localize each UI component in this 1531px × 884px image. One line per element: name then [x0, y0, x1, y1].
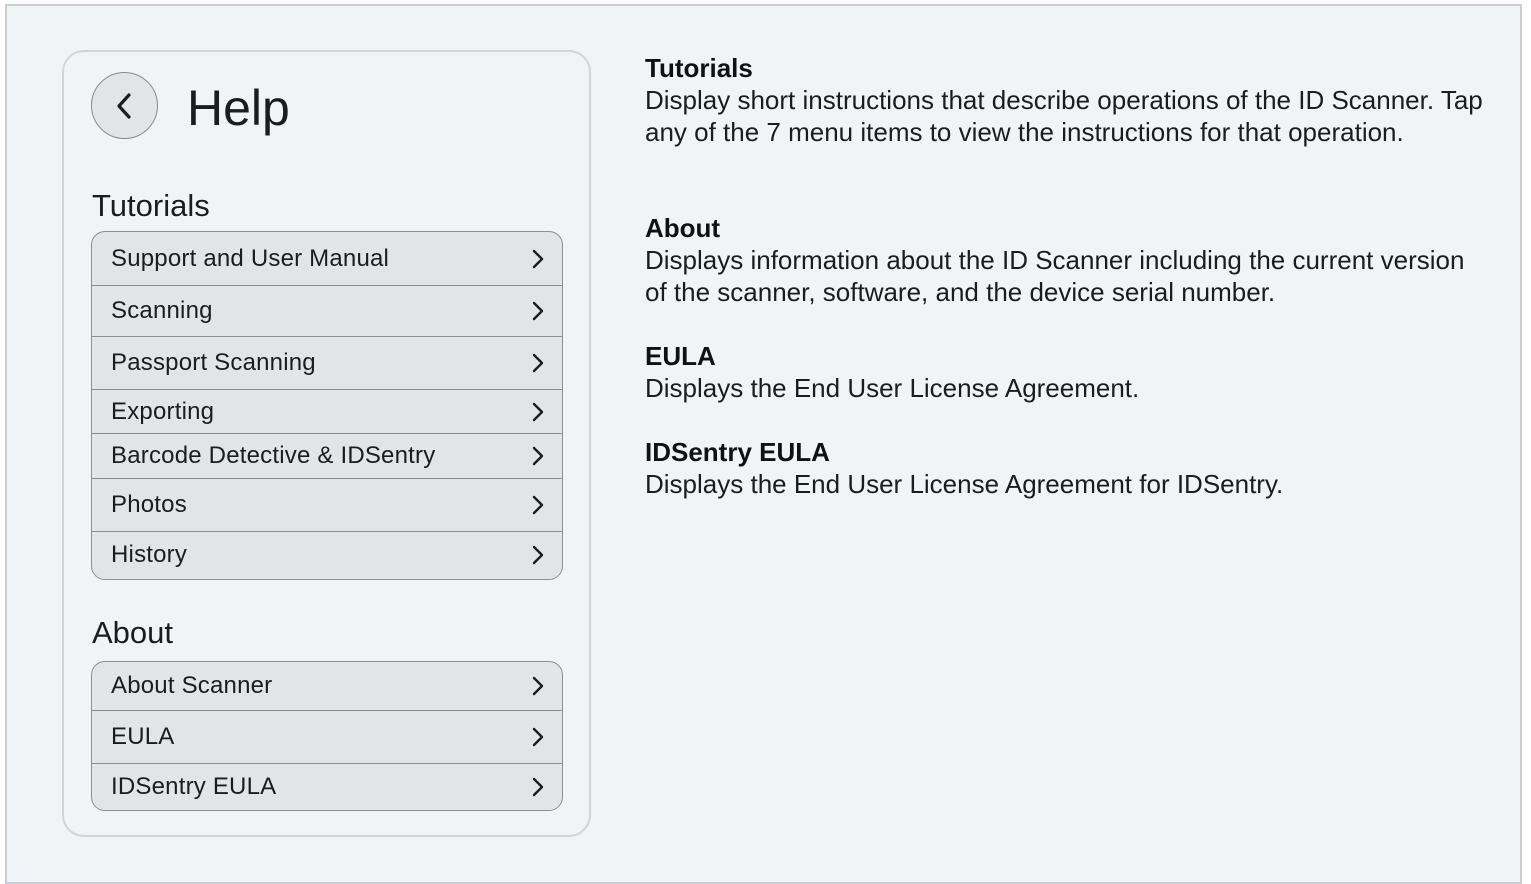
description-body: Displays the End User License Agreement … — [645, 469, 1284, 499]
description-body: Displays the End User License Agreement. — [645, 373, 1140, 403]
menu-item-about-scanner[interactable]: About Scanner — [92, 662, 562, 710]
page-title: Help — [187, 80, 290, 136]
menu-item-label: History — [111, 541, 188, 568]
description-about: About Displays information about the ID … — [645, 212, 1485, 308]
menu-item-support-and-user-manual[interactable]: Support and User Manual — [92, 232, 562, 285]
description-body: Displays information about the ID Scanne… — [645, 245, 1465, 307]
chevron-left-icon — [116, 92, 131, 119]
back-button[interactable] — [91, 72, 158, 139]
menu-item-scanning[interactable]: Scanning — [92, 285, 562, 336]
chevron-right-icon — [532, 402, 544, 421]
menu-item-passport-scanning[interactable]: Passport Scanning — [92, 336, 562, 389]
menu-item-label: Exporting — [111, 397, 215, 425]
chevron-right-icon — [532, 249, 544, 268]
menu-item-label: Barcode Detective & IDSentry — [111, 442, 436, 469]
chevron-right-icon — [532, 301, 544, 321]
tutorials-menu: Support and User Manual Scanning Passpor… — [91, 231, 563, 580]
description-tutorials: Tutorials Display short instructions tha… — [645, 52, 1485, 148]
menu-item-history[interactable]: History — [92, 531, 562, 578]
chevron-right-icon — [532, 353, 544, 373]
description-body: Display short instructions that describe… — [645, 85, 1483, 147]
about-section-heading: About — [92, 615, 174, 650]
description-eula: EULA Displays the End User License Agree… — [645, 340, 1485, 404]
chevron-right-icon — [532, 495, 544, 515]
description-title: About — [645, 213, 721, 243]
description-idsentry-eula: IDSentry EULA Displays the End User Lice… — [645, 436, 1485, 500]
chevron-right-icon — [532, 676, 544, 696]
chevron-right-icon — [532, 777, 544, 796]
description-title: EULA — [645, 341, 716, 371]
menu-item-label: Passport Scanning — [111, 349, 316, 376]
tutorials-section-heading: Tutorials — [92, 188, 210, 223]
menu-item-idsentry-eula[interactable]: IDSentry EULA — [92, 763, 562, 809]
menu-item-label: Scanning — [111, 297, 213, 324]
chevron-right-icon — [532, 446, 544, 466]
menu-item-label: Support and User Manual — [111, 244, 390, 272]
about-menu: About Scanner EULA IDSentry EULA — [91, 661, 563, 811]
menu-item-label: EULA — [111, 723, 175, 750]
menu-item-label: About Scanner — [111, 672, 273, 699]
menu-item-barcode-detective-idsentry[interactable]: Barcode Detective & IDSentry — [92, 433, 562, 478]
description-title: Tutorials — [645, 53, 753, 83]
menu-item-eula[interactable]: EULA — [92, 710, 562, 763]
menu-item-label: Photos — [111, 491, 187, 518]
chevron-right-icon — [532, 545, 544, 565]
menu-item-photos[interactable]: Photos — [92, 478, 562, 531]
description-title: IDSentry EULA — [645, 437, 830, 467]
menu-item-exporting[interactable]: Exporting — [92, 389, 562, 433]
menu-item-label: IDSentry EULA — [111, 772, 277, 800]
chevron-right-icon — [532, 727, 544, 747]
